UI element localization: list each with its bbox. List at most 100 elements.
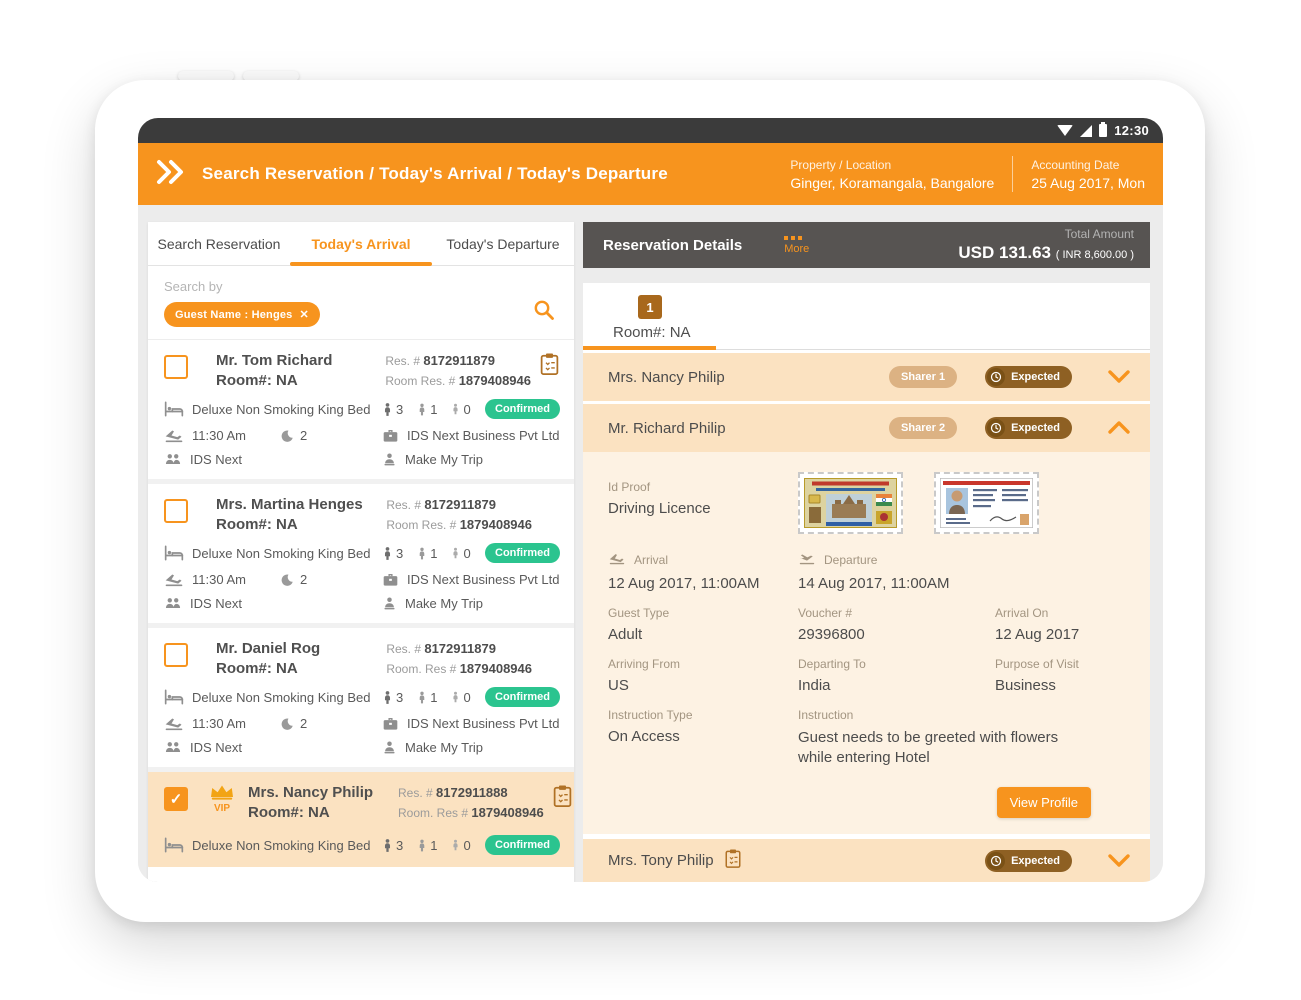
more-button[interactable]: More [784,236,809,255]
id-proof-label: Id Proof [608,480,798,494]
travel-agent-name: Make My Trip [405,452,483,467]
guest-row[interactable]: Mrs. Nancy Philip Sharer 1 Expected [583,353,1150,401]
guest-name: Mrs. Martina Henges [216,495,366,515]
arrival-on-label: Arrival On [995,606,1150,620]
status-bar: 12:30 [138,118,1163,143]
room-number: Room#: NA [216,515,366,535]
room-res-no-label: Room. Res # [386,662,456,676]
reservation-checkbox[interactable] [164,499,188,523]
search-section: Search by Guest Name : Henges ✕ [148,266,574,340]
plane-arrival-icon [164,716,184,731]
infant-count: 0 [463,690,470,705]
arrival-time: 11:30 Am [192,716,246,731]
tab-bar: Search Reservation Today's Arrival Today… [148,222,574,266]
total-amount-usd: USD 131.63 [958,243,1051,262]
company-name: IDS Next Business Pvt Ltd [407,572,559,587]
guest-name-filter-chip[interactable]: Guest Name : Henges ✕ [164,302,320,327]
departure-label: Departure [824,553,877,567]
tab-todays-arrival[interactable]: Today's Arrival [290,222,432,265]
travel-agent-name: Make My Trip [405,740,483,755]
chevron-up-icon[interactable] [1106,419,1132,437]
clock-icon [987,852,1005,870]
room-tab-underline [583,346,716,350]
group-name: IDS Next [190,452,242,467]
id-document-image-front[interactable] [798,472,903,534]
nights-count: 2 [300,572,307,587]
details-title: Reservation Details [603,237,742,254]
tab-todays-departure[interactable]: Today's Departure [432,222,574,265]
res-no-value: 8172911879 [424,497,496,512]
child-count: 1 [430,690,437,705]
moon-icon [280,429,294,443]
clock-icon [987,419,1005,437]
close-icon[interactable]: ✕ [300,308,309,321]
sharer-badge: Sharer 1 [889,366,957,388]
room-tab[interactable]: Room#: NA [613,324,1150,341]
agent-icon [382,740,397,755]
chevron-down-icon[interactable] [1106,852,1132,870]
departing-to-label: Departing To [798,657,995,671]
guest-type-value: Adult [608,626,798,643]
guest-row[interactable]: Mrs. Tony Philip Expected [583,839,1150,883]
sharer-guest-name: Mrs. Tony Philip [608,852,714,869]
total-amount-inr: ( INR 8,600.00 ) [1056,249,1134,261]
view-profile-button[interactable]: View Profile [997,787,1091,818]
reservation-checkbox[interactable] [164,355,188,379]
room-number: Room#: NA [216,371,366,391]
child-count: 1 [430,402,437,417]
bed-icon [164,401,184,417]
cellular-signal-icon [1080,125,1092,137]
guest-row-expanded-header[interactable]: Mr. Richard Philip Sharer 2 Expected [583,404,1150,452]
room-type: Deluxe Non Smoking King Bed [192,546,371,561]
arrival-label: Arrival [634,553,668,567]
clipboard-icon[interactable] [539,352,560,390]
expected-label: Expected [1011,422,1060,434]
page-title: Search Reservation / Today's Arrival / T… [202,164,772,184]
status-time: 12:30 [1114,123,1149,138]
chevron-down-icon[interactable] [1106,368,1132,386]
accounting-date-label: Accounting Date [1031,158,1145,172]
reservation-card-selected[interactable]: ✓ VIP Mrs. Nancy Philip Room#: NA Res. #… [148,772,574,867]
travel-agent-name: Make My Trip [405,596,483,611]
adult-count: 3 [396,690,403,705]
double-chevron-icon[interactable] [154,156,188,193]
vip-indicator: VIP [204,784,240,822]
tab-search-reservation[interactable]: Search Reservation [148,222,290,265]
res-no-label: Res. # [398,786,433,800]
vip-label: VIP [214,803,230,814]
arriving-from-label: Arriving From [608,657,798,671]
room-res-no-label: Room Res. # [386,518,456,532]
clipboard-icon[interactable] [724,848,742,873]
briefcase-icon [382,716,399,731]
room-tab-strip: 1 Room#: NA [583,283,1150,350]
reservation-checkbox[interactable] [164,643,188,667]
reservation-card[interactable]: Mr. Daniel Rog Room#: NA Res. # 81729118… [148,628,574,767]
id-document-image-back[interactable] [934,472,1039,534]
sharer-guest-name: Mrs. Nancy Philip [608,369,725,386]
room-type: Deluxe Non Smoking King Bed [192,690,371,705]
guest-detail-section: Id Proof Driving Licence [583,452,1150,834]
room-res-no-value: 1879408946 [460,517,532,532]
adult-count: 3 [396,402,403,417]
reservation-card[interactable]: Mrs. Martina Henges Room#: NA Res. # 817… [148,484,574,623]
reservation-card[interactable]: Mr. Tom Richard Room#: NA Res. # 8172911… [148,340,574,479]
room-res-no-value: 1879408946 [459,373,531,388]
nights-count: 2 [300,428,307,443]
infant-count: 0 [463,838,470,853]
guest-name: Mr. Tom Richard [216,351,366,371]
reservation-checkbox-checked[interactable]: ✓ [164,787,188,811]
purpose-of-visit-value: Business [995,677,1150,694]
plane-arrival-icon [164,572,184,587]
search-icon[interactable] [532,298,556,327]
property-location-label: Property / Location [790,158,994,172]
clock-icon [987,368,1005,386]
expected-label: Expected [1011,855,1060,867]
clipboard-icon[interactable] [552,784,573,822]
room-res-no-value: 1879408946 [471,805,543,820]
crown-icon [209,784,235,805]
child-count: 1 [430,546,437,561]
reservation-list-panel: Search Reservation Today's Arrival Today… [148,222,574,882]
reservation-details-panel: Reservation Details More Total Amount US… [583,222,1150,882]
agent-icon [382,596,397,611]
voucher-label: Voucher # [798,606,995,620]
